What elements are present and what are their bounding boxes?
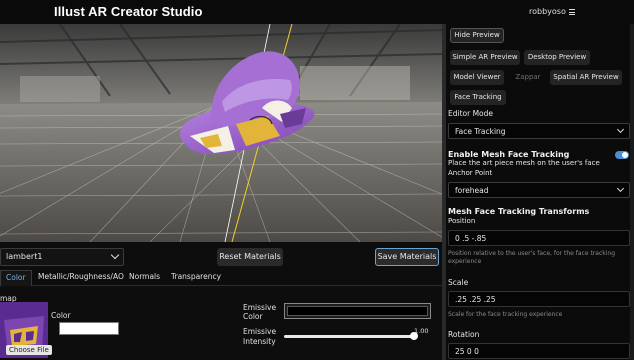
emissive-intensity-label: Emissive Intensity bbox=[243, 327, 277, 346]
reset-materials-button[interactable]: Reset Materials bbox=[217, 248, 283, 266]
editor-mode-value: Face Tracking bbox=[455, 127, 506, 136]
emissive-intensity-slider[interactable] bbox=[284, 332, 418, 340]
mesh-tracking-toggle[interactable] bbox=[615, 151, 629, 159]
app-header: Illust AR Creator Studio robbyoso bbox=[0, 0, 634, 24]
transforms-title: Mesh Face Tracking Transforms bbox=[448, 207, 590, 216]
mesh-tracking-description: Place the art piece mesh on the user's f… bbox=[448, 159, 600, 167]
rotation-label: Rotation bbox=[448, 330, 480, 339]
settings-panel: Hide Preview Simple AR Preview Desktop P… bbox=[446, 24, 634, 360]
slider-thumb[interactable] bbox=[410, 332, 418, 340]
tab-metallic-roughness-ao[interactable]: Metallic/Roughness/AO bbox=[33, 270, 129, 286]
rotation-input[interactable]: 25 0 0 bbox=[448, 343, 630, 359]
slider-fill bbox=[284, 335, 414, 338]
scale-hint: Scale for the face tracking experience bbox=[448, 311, 563, 318]
anchor-point-value: forehead bbox=[455, 186, 489, 195]
model-viewer-button[interactable]: Model Viewer bbox=[450, 70, 504, 85]
save-materials-button[interactable]: Save Materials bbox=[375, 248, 439, 266]
toggle-knob bbox=[622, 152, 628, 158]
material-select-value: lambert1 bbox=[6, 252, 43, 261]
choose-file-button[interactable]: Choose File bbox=[6, 345, 52, 355]
color-picker[interactable] bbox=[59, 322, 119, 335]
color-label: Color bbox=[51, 311, 71, 320]
material-toolbar: lambert1 Reset Materials Save Materials bbox=[0, 242, 442, 270]
viewport-scene[interactable] bbox=[0, 24, 442, 242]
hide-preview-button[interactable]: Hide Preview bbox=[450, 28, 504, 43]
anchor-point-label: Anchor Point bbox=[448, 169, 493, 177]
chevron-down-icon bbox=[110, 250, 120, 260]
editor-mode-select[interactable]: Face Tracking bbox=[448, 123, 630, 139]
material-editor: map Choose File Color Emissive Color Emi… bbox=[0, 287, 442, 360]
chevron-down-icon bbox=[616, 184, 625, 193]
tab-normals[interactable]: Normals bbox=[124, 270, 165, 286]
emissive-color-label: Emissive Color bbox=[243, 303, 277, 321]
user-name[interactable]: robbyoso bbox=[529, 7, 566, 16]
face-tracking-button[interactable]: Face Tracking bbox=[450, 90, 506, 105]
material-select[interactable]: lambert1 bbox=[0, 248, 124, 266]
mesh-tracking-title: Enable Mesh Face Tracking bbox=[448, 150, 570, 159]
material-tabs: Color Metallic/Roughness/AO Normals Tran… bbox=[0, 270, 442, 286]
zappar-button[interactable]: Zappar bbox=[508, 70, 548, 85]
app-root: Illust AR Creator Studio robbyoso lamber… bbox=[0, 0, 634, 360]
panel-scrollbar[interactable] bbox=[630, 24, 634, 360]
simple-ar-preview-button[interactable]: Simple AR Preview bbox=[450, 50, 520, 65]
position-input[interactable]: 0 .5 -.85 bbox=[448, 230, 630, 246]
position-label: Position bbox=[448, 217, 476, 225]
scale-input[interactable]: .25 .25 .25 bbox=[448, 291, 630, 307]
position-hint: Position relative to the user's face, fo… bbox=[448, 250, 616, 265]
tab-color[interactable]: Color bbox=[0, 270, 32, 286]
hamburger-icon[interactable] bbox=[569, 9, 575, 15]
scale-label: Scale bbox=[448, 278, 469, 287]
chevron-down-icon bbox=[616, 125, 625, 134]
emissive-color-picker[interactable] bbox=[284, 303, 431, 319]
anchor-point-select[interactable]: forehead bbox=[448, 182, 630, 198]
3d-viewport[interactable] bbox=[0, 24, 442, 242]
app-title: Illust AR Creator Studio bbox=[54, 4, 203, 19]
spatial-ar-preview-button[interactable]: Spatial AR Preview bbox=[550, 70, 622, 85]
editor-mode-label: Editor Mode bbox=[448, 109, 494, 118]
tab-transparency[interactable]: Transparency bbox=[166, 270, 226, 286]
desktop-preview-button[interactable]: Desktop Preview bbox=[524, 50, 590, 65]
